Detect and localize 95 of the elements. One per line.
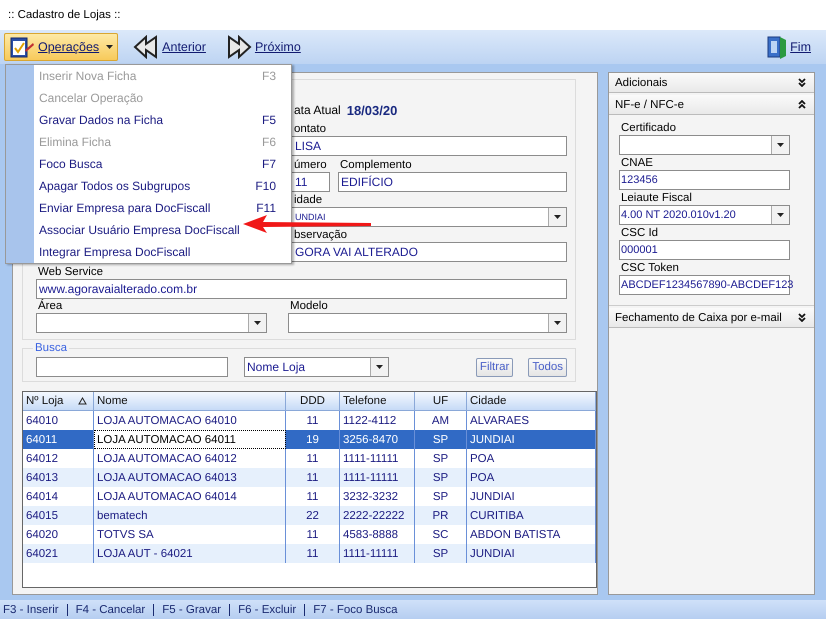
window-title: :: Cadastro de Lojas :: (8, 8, 121, 21)
field-label: Leiaute Fiscal (620, 191, 693, 206)
column-header[interactable]: Nº Loja (23, 392, 94, 411)
field-label: ontato (293, 122, 327, 136)
table-cell: SP (414, 430, 466, 450)
table-cell: 1111-11111 (340, 544, 414, 564)
dropdown[interactable]: Nome Loja (244, 357, 389, 378)
dropdown[interactable]: 4.00 NT 2020.010v1.20 (619, 205, 790, 226)
date-label: ata Atual (294, 103, 341, 118)
exit-button[interactable]: Fim (762, 32, 816, 61)
fast-forward-icon (226, 34, 252, 59)
table-cell: 64013 (23, 468, 94, 488)
status-item: F6 - Excluir (229, 604, 304, 616)
input-field[interactable]: 000001 (619, 240, 790, 260)
table-cell: LOJA AUTOMACAO 64013 (94, 468, 286, 488)
status-item: F3 - Inserir (3, 604, 60, 616)
input-field[interactable]: www.agoravaialterado.com.br (36, 279, 567, 300)
caret-icon (106, 44, 114, 49)
table-cell: 2222-22222 (340, 506, 414, 526)
column-header[interactable]: Cidade (466, 392, 596, 411)
table-cell: 11 (286, 468, 340, 488)
door-icon (767, 34, 788, 59)
table-cell: 64015 (23, 506, 94, 526)
table-cell: LOJA AUT - 64021 (94, 544, 286, 564)
section-header[interactable]: Adicionais (609, 73, 814, 94)
status-item: F4 - Cancelar (66, 604, 154, 616)
field-label: Modelo (289, 299, 329, 314)
input-field[interactable]: 123456 (619, 170, 790, 190)
table-cell: PR (414, 506, 466, 526)
search-button[interactable]: Todos (528, 358, 567, 377)
field-label: Web Service (37, 265, 104, 280)
table-cell: CURITIBA (466, 506, 596, 526)
table-cell: 22 (286, 506, 340, 526)
column-header[interactable]: Nome (94, 392, 286, 411)
search-field[interactable] (36, 357, 228, 378)
field-label: úmero (293, 158, 328, 172)
dropdown[interactable] (36, 313, 267, 334)
menu-item[interactable]: Enviar Empresa para DocFiscall F11 (34, 197, 291, 219)
menu-item[interactable]: Gravar Dados na Ficha F5 (34, 109, 291, 131)
dropdown[interactable] (288, 313, 567, 334)
search-button[interactable]: Filtrar (476, 358, 514, 377)
table-cell: 11 (286, 544, 340, 564)
table-cell: 64011 (23, 430, 94, 450)
table-row[interactable]: 64021 LOJA AUT - 64021 11 1111-11111 SP JUNDIAI (23, 544, 596, 564)
caret-icon (376, 365, 383, 370)
clipboard-icon (9, 34, 35, 59)
status-item: F5 - Gravar (153, 604, 230, 616)
field-label: Certificado (620, 121, 677, 136)
table-cell: SP (414, 468, 466, 488)
caret-icon (777, 213, 784, 218)
table-row[interactable]: 64015 bematech 22 2222-22222 PR CURITIBA (23, 506, 596, 526)
menu-item[interactable]: Integrar Empresa DocFiscall (34, 241, 291, 263)
toolbar-button[interactable]: Próximo (220, 32, 306, 61)
sort-icon (78, 397, 87, 406)
table-cell: LOJA AUTOMACAO 64011 (94, 430, 286, 450)
caret-icon (254, 321, 261, 326)
caret-icon (554, 215, 561, 220)
field-label: Área (37, 299, 64, 314)
column-header[interactable]: UF (414, 392, 466, 411)
caret-icon (554, 321, 561, 326)
menu-item[interactable]: Apagar Todos os Subgrupos F10 (34, 175, 291, 197)
expand-icon (798, 78, 806, 88)
table-cell: bematech (94, 506, 286, 526)
field-label: CSC Token (620, 261, 680, 276)
menu-item[interactable]: Foco Busca F7 (34, 153, 291, 175)
collapse-icon (798, 100, 806, 110)
date-value: 18/03/20 (346, 102, 398, 118)
table-cell: SP (414, 544, 466, 564)
caret-icon (777, 143, 784, 148)
field-label: idade (293, 193, 324, 208)
section-header[interactable]: Fechamento de Caixa por e-mail (609, 308, 814, 328)
table-cell: 64021 (23, 544, 94, 564)
table-row[interactable]: 64011 LOJA AUTOMACAO 64011 19 3256-8470 SP JUNDIAI (23, 430, 596, 450)
field-label: CSC Id (620, 226, 660, 240)
group-legend: Busca (33, 342, 69, 354)
table-cell: JUNDIAI (466, 544, 596, 564)
table-cell: JUNDIAI (466, 430, 596, 450)
column-header[interactable]: DDD (286, 392, 340, 411)
table-cell: POA (466, 468, 596, 488)
table-cell: 3256-8470 (340, 430, 414, 450)
section-header[interactable]: NF-e / NFC-e (609, 95, 814, 116)
toolbar-button[interactable]: Anterior (128, 32, 211, 61)
table-cell: 1111-11111 (340, 468, 414, 488)
expand-icon (798, 313, 806, 322)
table-row[interactable]: 64013 LOJA AUTOMACAO 64013 11 1111-11111 SP POA (23, 468, 596, 488)
field-label: bservação (293, 228, 348, 242)
rewind-icon (133, 34, 160, 59)
table-cell: 19 (286, 430, 340, 450)
input-field[interactable]: EDIFÍCIO (338, 172, 567, 192)
dropdown[interactable] (619, 135, 790, 156)
status-item: F7 - Foco Busca (304, 604, 406, 616)
operations-menu-button[interactable]: Operações (4, 32, 118, 61)
field-label: CNAE (620, 156, 654, 170)
column-header[interactable]: Telefone (340, 392, 414, 411)
field-label: Complemento (339, 158, 413, 172)
